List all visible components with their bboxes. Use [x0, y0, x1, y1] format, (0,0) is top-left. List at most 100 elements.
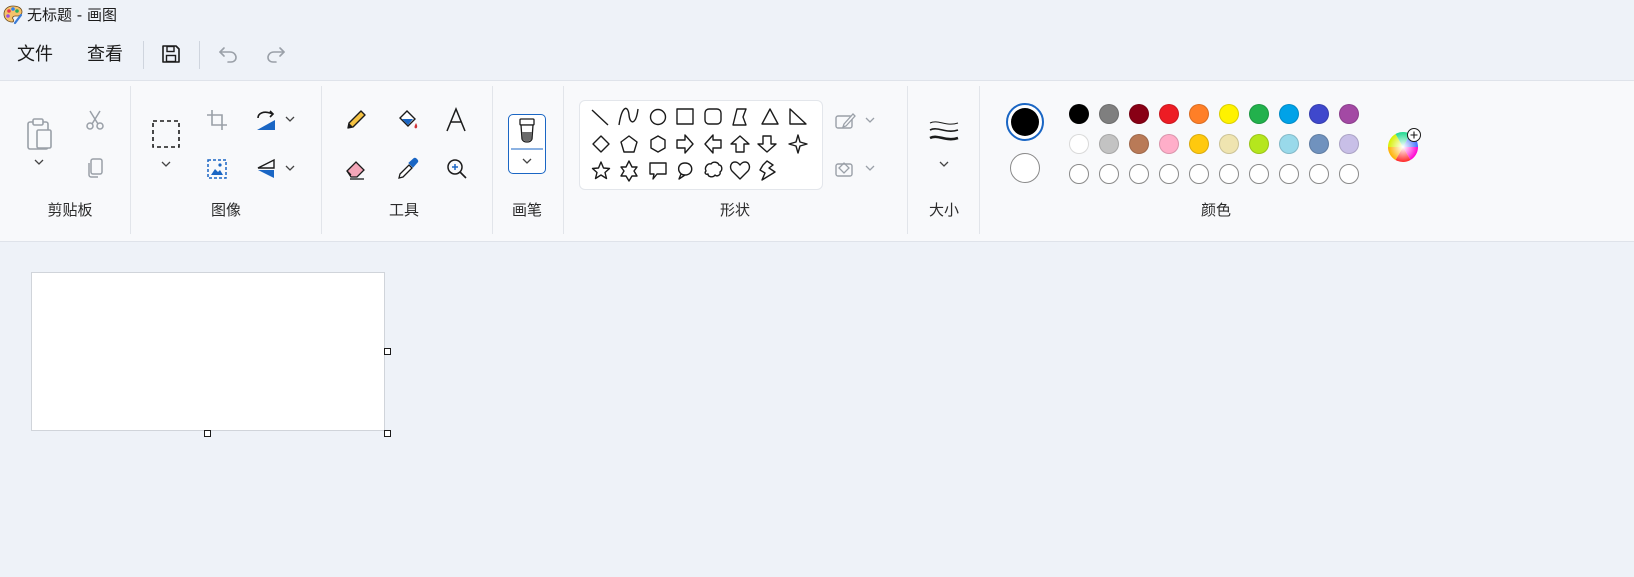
pentagon-shape-icon[interactable] [620, 135, 638, 153]
custom-color-slot[interactable] [1339, 164, 1359, 184]
shapes-gallery [579, 100, 823, 190]
group-separator [130, 86, 131, 234]
select-dropdown[interactable] [160, 160, 172, 170]
magnifier-button[interactable] [446, 158, 468, 180]
size-dropdown[interactable] [938, 160, 950, 170]
select-button[interactable] [151, 119, 181, 149]
six-point-star-shape-icon[interactable] [620, 160, 638, 182]
rotate-dropdown[interactable] [284, 115, 296, 125]
palette-color-swatch[interactable] [1219, 104, 1239, 124]
lightning-shape-icon[interactable] [759, 160, 776, 181]
drawing-canvas[interactable] [31, 272, 385, 431]
color-picker-button[interactable] [396, 157, 420, 181]
custom-color-slot[interactable] [1249, 164, 1269, 184]
canvas-resize-handle-bottom[interactable] [204, 430, 211, 437]
triangle-shape-icon[interactable] [761, 108, 779, 125]
edit-colors-button[interactable] [1388, 128, 1422, 163]
custom-color-slot[interactable] [1099, 164, 1119, 184]
palette-color-swatch[interactable] [1159, 104, 1179, 124]
pencil-button[interactable] [344, 108, 368, 132]
fill-button[interactable] [396, 108, 420, 132]
down-arrow-shape-icon[interactable] [757, 135, 777, 153]
menu-view[interactable]: 查看 [87, 42, 123, 68]
custom-color-slot[interactable] [1129, 164, 1149, 184]
palette-color-swatch[interactable] [1189, 104, 1209, 124]
flip-dropdown[interactable] [284, 164, 296, 174]
rounded-rectangle-shape-icon[interactable] [704, 108, 722, 125]
custom-color-slot[interactable] [1159, 164, 1179, 184]
shape-outline-dropdown[interactable] [864, 116, 876, 126]
palette-color-swatch[interactable] [1309, 134, 1329, 154]
four-point-star-shape-icon[interactable] [788, 134, 808, 154]
custom-color-slot[interactable] [1219, 164, 1239, 184]
palette-color-swatch[interactable] [1219, 134, 1239, 154]
crop-button[interactable] [206, 109, 228, 131]
copy-button[interactable] [84, 157, 106, 179]
menu-file[interactable]: 文件 [17, 42, 53, 68]
palette-color-swatch[interactable] [1339, 134, 1359, 154]
hexagon-shape-icon[interactable] [650, 135, 666, 153]
undo-button[interactable] [216, 42, 240, 66]
custom-color-slot[interactable] [1309, 164, 1329, 184]
custom-color-slot[interactable] [1279, 164, 1299, 184]
palette-color-swatch[interactable] [1129, 134, 1149, 154]
palette-color-swatch[interactable] [1159, 134, 1179, 154]
group-separator [321, 86, 322, 234]
palette-color-swatch[interactable] [1249, 134, 1269, 154]
five-point-star-shape-icon[interactable] [591, 161, 611, 180]
save-button[interactable] [160, 43, 182, 65]
eraser-button[interactable] [344, 157, 368, 181]
custom-color-slot[interactable] [1069, 164, 1089, 184]
curve-shape-icon[interactable] [618, 107, 639, 126]
cut-button[interactable] [84, 109, 106, 131]
palette-color-swatch[interactable] [1129, 104, 1149, 124]
redo-button[interactable] [264, 42, 288, 66]
left-arrow-shape-icon[interactable] [704, 134, 722, 154]
polygon-shape-icon[interactable] [732, 108, 747, 126]
palette-color-swatch[interactable] [1069, 104, 1089, 124]
paste-dropdown[interactable] [33, 158, 45, 168]
resize-button[interactable] [206, 158, 228, 180]
right-triangle-shape-icon[interactable] [789, 108, 807, 125]
right-arrow-shape-icon[interactable] [676, 134, 694, 154]
group-label-tools: 工具 [388, 201, 419, 219]
zoom-in-icon [447, 159, 467, 179]
palette-color-swatch[interactable] [1099, 134, 1119, 154]
copy-icon [88, 158, 103, 178]
canvas-resize-handle-right[interactable] [384, 348, 391, 355]
up-arrow-shape-icon[interactable] [730, 135, 750, 153]
rectangle-shape-icon[interactable] [676, 108, 694, 125]
brushes-button[interactable] [508, 114, 546, 174]
eraser-icon [346, 161, 365, 180]
line-shape-icon[interactable] [591, 109, 609, 126]
secondary-color-selector[interactable] [1010, 153, 1040, 183]
text-button[interactable] [444, 107, 468, 133]
shape-fill-dropdown[interactable] [864, 164, 876, 174]
palette-color-swatch[interactable] [1099, 104, 1119, 124]
oval-shape-icon[interactable] [649, 108, 667, 126]
rectangular-callout-shape-icon[interactable] [649, 162, 667, 180]
pencil-icon [347, 110, 366, 129]
custom-color-slot[interactable] [1189, 164, 1209, 184]
canvas-resize-handle-corner[interactable] [384, 430, 391, 437]
rotate-button[interactable] [254, 108, 278, 132]
paint-bucket-icon [399, 110, 418, 129]
palette-color-swatch[interactable] [1069, 134, 1089, 154]
oval-callout-shape-icon[interactable] [677, 162, 693, 180]
flip-button[interactable] [254, 157, 278, 181]
heart-shape-icon[interactable] [729, 161, 751, 180]
palette-color-swatch[interactable] [1309, 104, 1329, 124]
palette-color-swatch[interactable] [1339, 104, 1359, 124]
cloud-callout-shape-icon[interactable] [704, 161, 723, 178]
palette-color-swatch[interactable] [1249, 104, 1269, 124]
group-label-clipboard: 剪贴板 [47, 201, 93, 219]
paste-button[interactable] [24, 116, 54, 156]
palette-color-swatch[interactable] [1279, 104, 1299, 124]
size-button[interactable] [928, 118, 960, 146]
palette-color-swatch[interactable] [1279, 134, 1299, 154]
shape-outline-button[interactable] [834, 111, 856, 131]
primary-color-selector[interactable] [1006, 103, 1044, 141]
diamond-shape-icon[interactable] [592, 135, 610, 153]
shape-fill-button[interactable] [834, 158, 856, 178]
palette-color-swatch[interactable] [1189, 134, 1209, 154]
